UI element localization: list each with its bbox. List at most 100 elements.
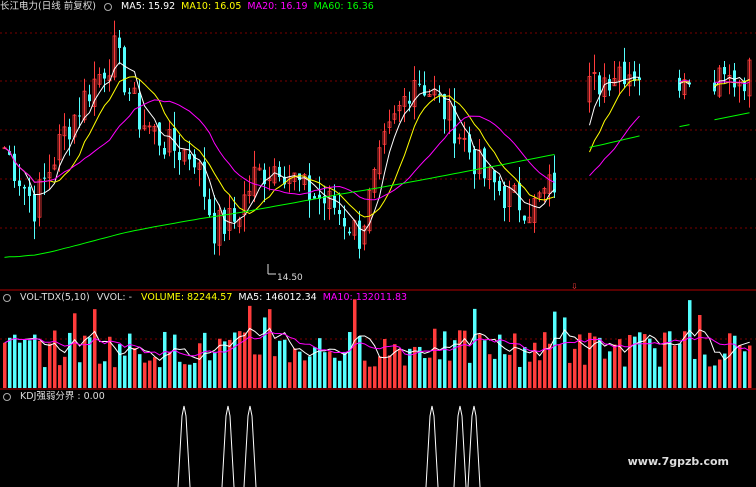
volume-bar <box>653 348 657 388</box>
volume-bar <box>268 309 272 388</box>
volume-bar <box>368 366 372 388</box>
kdj-spike <box>243 405 257 487</box>
volume-bar <box>663 332 667 388</box>
kdj-spike <box>467 405 481 487</box>
ma60-line <box>4 112 750 258</box>
candle-body <box>408 100 411 104</box>
ma10-line <box>4 76 750 218</box>
volume-bar <box>378 356 382 388</box>
volume-bar <box>583 364 587 388</box>
volume-bar <box>13 334 17 388</box>
candle-body <box>313 196 316 199</box>
kdj-spike <box>177 405 191 487</box>
volume-bar <box>338 360 342 388</box>
candle-body <box>213 212 216 244</box>
volume-bar <box>698 315 702 388</box>
volume-bar <box>363 360 367 388</box>
settings-circle-icon[interactable] <box>3 293 11 302</box>
candle-body <box>503 186 506 209</box>
volume-bar <box>333 357 337 388</box>
volume-bar <box>163 331 167 388</box>
volume-bar <box>643 334 647 388</box>
candle-body <box>483 148 486 179</box>
ma-label-1: MA10: 16.05 <box>181 1 242 12</box>
volume-bar <box>478 334 482 388</box>
volume-bar <box>718 359 722 388</box>
volume-bar <box>493 358 497 388</box>
settings-circle-icon[interactable] <box>3 392 11 401</box>
volume-bar <box>278 340 282 388</box>
volume-bar <box>283 339 287 388</box>
volume-bar <box>208 360 212 388</box>
volume-bar <box>113 367 117 388</box>
volume-bar <box>673 345 677 388</box>
kdj-header: KDJ强弱分界 : 0.00 <box>0 391 111 403</box>
watermark: www.7gpzb.com <box>627 455 729 468</box>
volume-bar <box>648 338 652 388</box>
volume-bar <box>528 361 532 388</box>
stock-chart[interactable]: 14.50 ⇩ <box>0 0 756 487</box>
volume-bar <box>558 344 562 388</box>
volume-bar <box>678 343 682 388</box>
volume-bar <box>228 339 232 388</box>
low-price-label: 14.50 <box>277 273 303 283</box>
volume-bar <box>328 351 332 388</box>
ma20-line <box>4 80 750 201</box>
volume-bar <box>563 317 567 388</box>
volume-bar <box>613 344 617 388</box>
candle-body <box>28 186 31 196</box>
volume-bar <box>703 354 707 388</box>
volume-bar <box>298 351 302 388</box>
volume-bar <box>308 356 312 388</box>
volume-bar <box>68 332 72 388</box>
volume-bar <box>448 360 452 388</box>
volume-bar <box>238 331 242 388</box>
candle-body <box>18 180 21 187</box>
volume-bar <box>83 335 87 388</box>
volume-bar <box>518 366 522 388</box>
volume-bar <box>693 358 697 388</box>
volume-bar <box>588 332 592 388</box>
candle-body <box>338 210 341 215</box>
volume-bar <box>508 354 512 388</box>
volume-bar <box>373 366 377 388</box>
volume-bar <box>223 341 227 388</box>
candle-body <box>678 77 681 91</box>
volume-bar <box>733 335 737 388</box>
volume-bar <box>253 354 257 388</box>
kdj-spike <box>221 405 235 487</box>
volume-bar <box>118 344 122 388</box>
settings-circle-icon[interactable] <box>103 2 112 11</box>
volume-bar <box>58 365 62 388</box>
candle-body <box>343 218 346 227</box>
price-header: 长江电力(日线 前复权) MA5: 15.92 MA10: 16.05 MA20: … <box>0 1 386 13</box>
volume-bar <box>388 355 392 388</box>
volume-bar <box>668 331 672 388</box>
candle-body <box>178 152 181 161</box>
volume-bar <box>248 305 252 388</box>
candle-body <box>233 208 236 222</box>
volume-bar <box>573 348 577 388</box>
volume-bar <box>728 333 732 388</box>
volume-bar <box>53 330 57 388</box>
candle-body <box>208 199 211 216</box>
candle-body <box>88 94 91 102</box>
volume-bar <box>688 300 692 388</box>
volume-bar <box>468 362 472 388</box>
candle-body <box>498 180 501 192</box>
candle-body <box>598 75 601 95</box>
volume-bar <box>183 364 187 388</box>
volume-bar <box>123 355 127 388</box>
candle-body <box>188 154 191 160</box>
volume-bar <box>323 352 327 388</box>
volume-bar <box>403 365 407 388</box>
volume-bar <box>743 351 747 388</box>
volume-bar <box>358 336 362 388</box>
candle-body <box>13 153 16 181</box>
candle-body <box>158 122 161 146</box>
volume-bar <box>318 338 322 388</box>
candle-body <box>608 79 611 91</box>
candle-body <box>723 67 726 75</box>
candle-body <box>163 148 166 155</box>
volume-bar <box>423 358 427 388</box>
